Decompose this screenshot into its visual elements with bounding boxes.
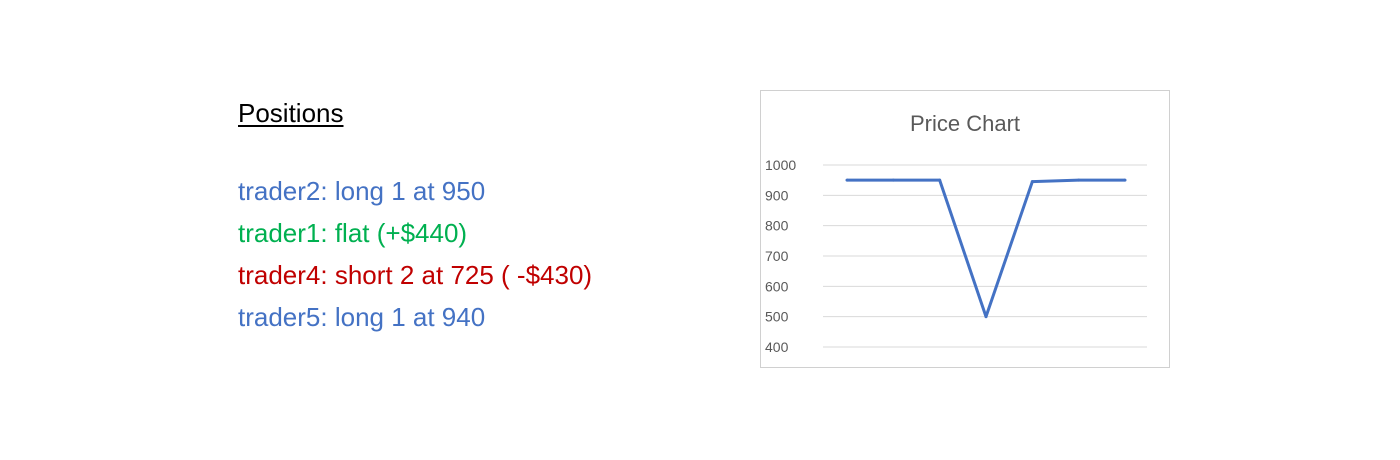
price-point-7	[1123, 178, 1127, 182]
position-line-trader5: trader5: long 1 at 940	[238, 302, 486, 332]
position-line-trader1: trader1: flat (+$440)	[238, 218, 468, 248]
price-point-3	[938, 178, 942, 182]
price-point-1	[845, 178, 849, 182]
chart-series	[845, 178, 1127, 319]
price-series-line	[847, 178, 1125, 319]
chart-gridlines	[823, 164, 1147, 348]
y-tick-label: 400	[765, 339, 789, 355]
price-point-5	[1030, 180, 1034, 184]
y-tick-label: 500	[765, 309, 789, 325]
price-point-6	[1077, 178, 1081, 182]
chart-y-axis: 1000 900 800 700 600 500 400	[765, 157, 796, 355]
y-tick-label: 700	[765, 248, 789, 264]
price-point-4	[984, 315, 988, 319]
price-chart-svg: Price Chart 1000 900 800 700 600 500 400	[765, 111, 1147, 355]
positions-panel: Positions trader2: long 1 at 950 trader1…	[238, 96, 718, 338]
position-line-trader4: trader4: short 2 at 725 ( -$430)	[238, 260, 593, 290]
price-point-2	[891, 178, 895, 182]
price-chart: Price Chart 1000 900 800 700 600 500 400	[760, 90, 1170, 368]
y-tick-label: 800	[765, 218, 789, 234]
y-tick-label: 900	[765, 187, 789, 203]
y-tick-label: 1000	[765, 157, 796, 173]
positions-heading: Positions	[238, 98, 344, 128]
position-line-trader2: trader2: long 1 at 950	[238, 176, 486, 206]
y-tick-label: 600	[765, 278, 789, 294]
chart-title: Price Chart	[910, 111, 1020, 136]
